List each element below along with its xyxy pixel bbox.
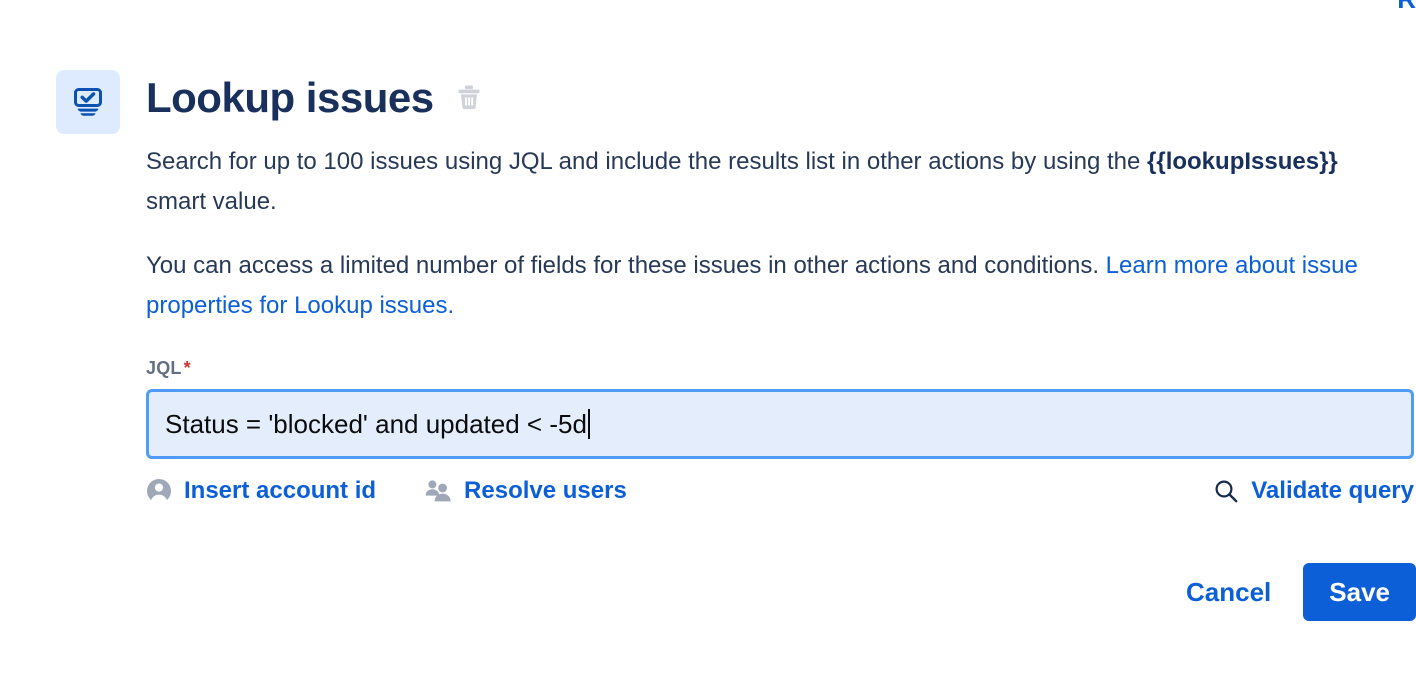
- description-text-1b: smart value.: [146, 188, 277, 215]
- lookup-issues-panel: Lookup issues Search for up to 100 issue…: [56, 70, 1416, 621]
- description-text-1a: Search for up to 100 issues using JQL an…: [146, 148, 1148, 175]
- jql-label-text: JQL: [146, 358, 182, 378]
- smart-value-token: {{lookupIssues}}: [1147, 148, 1338, 175]
- people-icon: [424, 479, 452, 503]
- resolve-users-button[interactable]: Resolve users: [424, 477, 627, 505]
- lookup-issues-icon: [56, 70, 120, 134]
- jql-input-value: Status = 'blocked' and updated < -5d: [165, 409, 587, 439]
- jql-input[interactable]: Status = 'blocked' and updated < -5d: [146, 389, 1414, 459]
- panel-header: Lookup issues Search for up to 100 issue…: [56, 70, 1416, 505]
- delete-button[interactable]: [454, 82, 484, 114]
- insert-account-id-label: Insert account id: [184, 477, 377, 504]
- person-icon: [146, 478, 172, 504]
- title-line: Lookup issues: [146, 66, 1416, 130]
- validate-query-button[interactable]: Validate query: [1213, 477, 1414, 505]
- panel-header-body: Lookup issues Search for up to 100 issue…: [146, 70, 1416, 505]
- jql-actions-row: Insert account id Resolve users Validate…: [146, 477, 1414, 505]
- panel-footer: Cancel Save: [56, 563, 1416, 621]
- trash-icon: [457, 84, 481, 113]
- cancel-button[interactable]: Cancel: [1172, 567, 1285, 618]
- search-icon: [1213, 478, 1239, 504]
- description-text-2a: You can access a limited number of field…: [146, 252, 1106, 279]
- page-title: Lookup issues: [146, 74, 434, 121]
- text-caret: [587, 409, 590, 439]
- required-marker: *: [183, 358, 191, 378]
- validate-query-label: Validate query: [1251, 477, 1414, 504]
- description-paragraph-1: Search for up to 100 issues using JQL an…: [146, 142, 1386, 222]
- jql-field-label: JQL *: [146, 358, 1416, 379]
- resolve-users-label: Resolve users: [464, 477, 627, 504]
- save-button[interactable]: Save: [1303, 563, 1416, 621]
- description-paragraph-2: You can access a limited number of field…: [146, 246, 1386, 326]
- clipped-top-right-text: R: [1397, 0, 1416, 12]
- insert-account-id-button[interactable]: Insert account id: [146, 477, 376, 505]
